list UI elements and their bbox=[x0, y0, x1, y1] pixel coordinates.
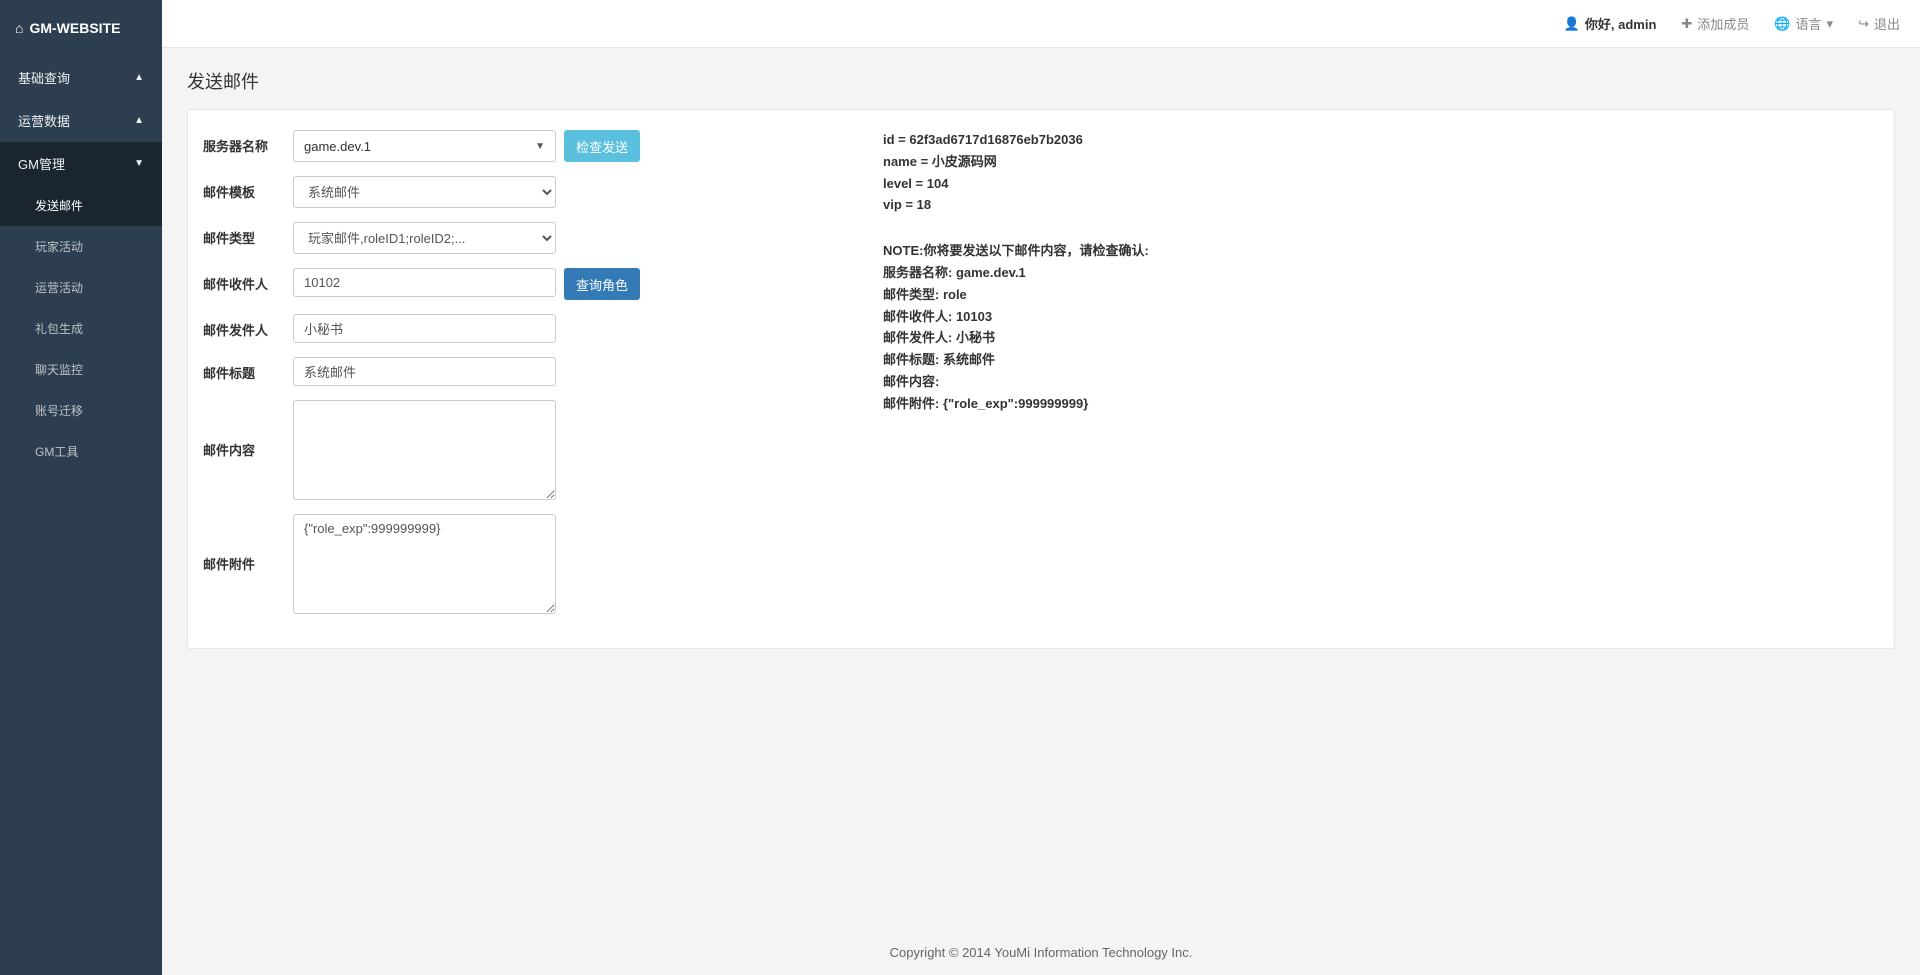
topbar-add-member[interactable]: ✚ 添加成员 bbox=[1681, 14, 1749, 33]
textarea-mail-attachment[interactable] bbox=[293, 514, 556, 614]
topbar-language[interactable]: 🌐 语言 ▾ bbox=[1774, 14, 1833, 33]
sidebar-section-label: GM管理 bbox=[18, 154, 65, 173]
footer: Copyright © 2014 YouMi Information Techn… bbox=[162, 930, 1920, 975]
note-content: 邮件内容: bbox=[883, 372, 1879, 393]
sidebar-item-operation-activity[interactable]: 运营活动 bbox=[0, 267, 162, 308]
label-recipient: 邮件收件人 bbox=[203, 268, 283, 293]
main: 👤 你好, admin ✚ 添加成员 🌐 语言 ▾ ↪ 退出 发送邮件 bbox=[162, 0, 1920, 975]
sidebar-item-account-migrate[interactable]: 账号迁移 bbox=[0, 390, 162, 431]
form-column: 服务器名称 game.dev.1 ▼ 检查发送 邮件模板 bbox=[203, 130, 823, 628]
label-mail-content: 邮件内容 bbox=[203, 400, 283, 459]
sidebar-item-send-mail[interactable]: 发送邮件 bbox=[0, 185, 162, 226]
note-server: 服务器名称: game.dev.1 bbox=[883, 263, 1879, 284]
sidebar-item-gm-tools[interactable]: GM工具 bbox=[0, 431, 162, 472]
role-level: level = 104 bbox=[883, 174, 1879, 195]
select-mail-type[interactable]: 玩家邮件,roleID1;roleID2;... bbox=[293, 222, 556, 254]
plus-icon: ✚ bbox=[1681, 16, 1692, 32]
note-sender: 邮件发件人: 小秘书 bbox=[883, 328, 1879, 349]
label-mail-template: 邮件模板 bbox=[203, 176, 283, 201]
select-server-name[interactable]: game.dev.1 ▼ bbox=[293, 130, 556, 162]
logout-label: 退出 bbox=[1874, 14, 1900, 33]
input-sender[interactable] bbox=[293, 314, 556, 343]
role-name: name = 小皮源码网 bbox=[883, 152, 1879, 173]
nav-list: 基础查询 ▲ 运营数据 ▲ GM管理 ▼ 发送邮件 玩家活动 运营活动 礼包生成… bbox=[0, 56, 162, 472]
topbar-greeting[interactable]: 👤 你好, admin bbox=[1564, 14, 1657, 33]
role-id: id = 62f3ad6717d16876eb7b2036 bbox=[883, 130, 1879, 151]
caret-down-icon: ▾ bbox=[1827, 16, 1834, 32]
note-block: NOTE:你将要发送以下邮件内容，请检查确认: 服务器名称: game.dev.… bbox=[883, 241, 1879, 414]
check-send-button[interactable]: 检查发送 bbox=[564, 130, 640, 162]
brand[interactable]: ⌂ GM-WEBSITE bbox=[0, 0, 162, 56]
sidebar-section-label: 运营数据 bbox=[18, 111, 70, 130]
note-header: NOTE:你将要发送以下邮件内容，请检查确认: bbox=[883, 241, 1879, 262]
input-recipient[interactable] bbox=[293, 268, 556, 297]
note-title: 邮件标题: 系统邮件 bbox=[883, 350, 1879, 371]
user-icon: 👤 bbox=[1564, 16, 1580, 32]
globe-icon: 🌐 bbox=[1774, 16, 1790, 32]
sidebar-section-gm-manage[interactable]: GM管理 ▼ bbox=[0, 142, 162, 185]
greeting-text: 你好, admin bbox=[1585, 14, 1657, 33]
role-vip: vip = 18 bbox=[883, 195, 1879, 216]
panel: 服务器名称 game.dev.1 ▼ 检查发送 邮件模板 bbox=[187, 109, 1895, 649]
add-member-label: 添加成员 bbox=[1697, 14, 1749, 33]
sidebar-section-label: 基础查询 bbox=[18, 68, 70, 87]
sidebar-item-chat-monitor[interactable]: 聊天监控 bbox=[0, 349, 162, 390]
role-info-block: id = 62f3ad6717d16876eb7b2036 name = 小皮源… bbox=[883, 130, 1879, 216]
label-mail-type: 邮件类型 bbox=[203, 222, 283, 247]
label-mail-attachment: 邮件附件 bbox=[203, 514, 283, 573]
content: 发送邮件 服务器名称 game.dev.1 ▼ 检查发送 bbox=[162, 48, 1920, 930]
chevron-up-icon: ▲ bbox=[134, 72, 144, 83]
logout-icon: ↪ bbox=[1858, 16, 1869, 32]
note-type: 邮件类型: role bbox=[883, 285, 1879, 306]
sidebar: ⌂ GM-WEBSITE 基础查询 ▲ 运营数据 ▲ GM管理 ▼ 发送邮件 玩… bbox=[0, 0, 162, 975]
info-column: id = 62f3ad6717d16876eb7b2036 name = 小皮源… bbox=[853, 130, 1879, 628]
page-title: 发送邮件 bbox=[187, 68, 1895, 94]
sidebar-item-gift-generate[interactable]: 礼包生成 bbox=[0, 308, 162, 349]
note-attachment: 邮件附件: {"role_exp":999999999} bbox=[883, 394, 1879, 415]
note-recipient: 邮件收件人: 10103 bbox=[883, 307, 1879, 328]
brand-label: GM-WEBSITE bbox=[29, 20, 120, 36]
sidebar-section-basic-query[interactable]: 基础查询 ▲ bbox=[0, 56, 162, 99]
chevron-down-icon: ▼ bbox=[134, 158, 144, 169]
query-role-button[interactable]: 查询角色 bbox=[564, 268, 640, 300]
language-label: 语言 bbox=[1796, 14, 1822, 33]
chevron-up-icon: ▲ bbox=[134, 115, 144, 126]
select-mail-template[interactable]: 系统邮件 bbox=[293, 176, 556, 208]
label-mail-title: 邮件标题 bbox=[203, 357, 283, 382]
dropdown-arrow-icon: ▼ bbox=[535, 141, 545, 152]
topbar: 👤 你好, admin ✚ 添加成员 🌐 语言 ▾ ↪ 退出 bbox=[162, 0, 1920, 48]
nav-sub-gm: 发送邮件 玩家活动 运营活动 礼包生成 聊天监控 账号迁移 GM工具 bbox=[0, 185, 162, 472]
home-icon: ⌂ bbox=[15, 20, 23, 36]
sidebar-item-player-activity[interactable]: 玩家活动 bbox=[0, 226, 162, 267]
select-server-value: game.dev.1 bbox=[304, 139, 371, 154]
sidebar-section-operation-data[interactable]: 运营数据 ▲ bbox=[0, 99, 162, 142]
label-server-name: 服务器名称 bbox=[203, 130, 283, 155]
textarea-mail-content[interactable] bbox=[293, 400, 556, 500]
input-mail-title[interactable] bbox=[293, 357, 556, 386]
topbar-logout[interactable]: ↪ 退出 bbox=[1858, 14, 1900, 33]
label-sender: 邮件发件人 bbox=[203, 314, 283, 339]
